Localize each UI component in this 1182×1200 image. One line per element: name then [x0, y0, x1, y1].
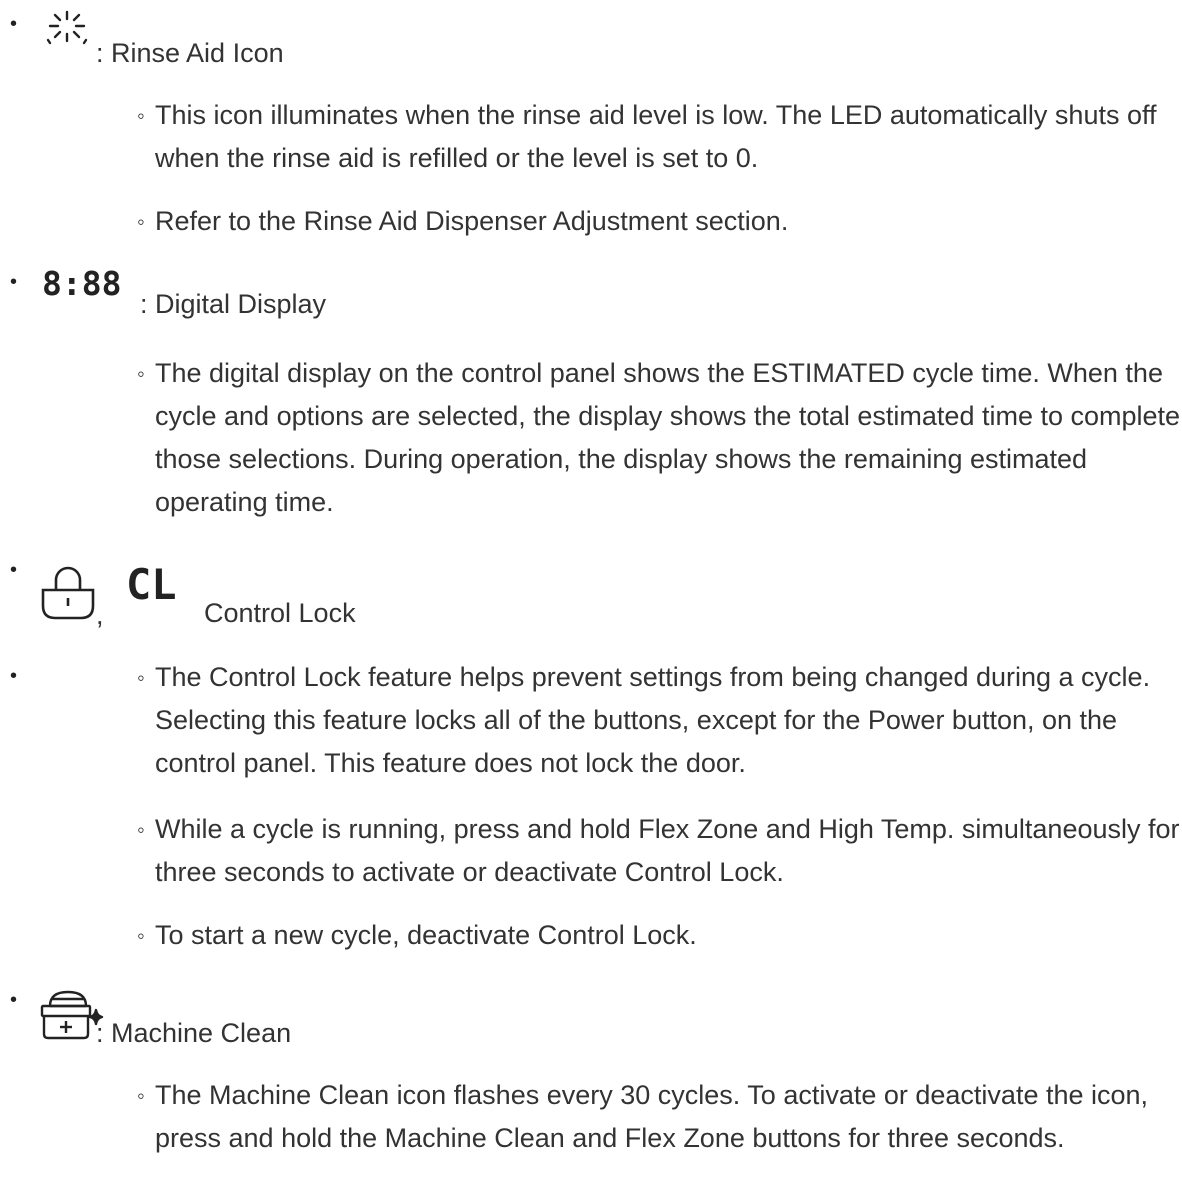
bullet: •: [10, 989, 18, 1011]
list-item: ◦ The Machine Clean icon flashes every 3…: [137, 1080, 1149, 1153]
control-lock-cl-icon: CL: [126, 560, 177, 609]
list-item: ◦ While a cycle is running, press and ho…: [137, 814, 1180, 887]
list-item: ◦ The Control Lock feature helps prevent…: [137, 662, 1151, 778]
separator: ,: [96, 600, 104, 630]
list-item: ◦ The digital display on the control pan…: [137, 358, 1181, 517]
section-title: : Machine Clean: [96, 1018, 292, 1048]
bullet: •: [10, 13, 18, 35]
bullet: •: [10, 559, 18, 581]
section-title: Control Lock: [204, 598, 356, 628]
padlock-icon: [41, 566, 95, 620]
list-item: ◦ To start a new cycle, deactivate Contr…: [137, 920, 697, 950]
section-title: : Digital Display: [140, 289, 327, 319]
bullet: •: [10, 271, 18, 293]
list-item: ◦ Refer to the Rinse Aid Dispenser Adjus…: [137, 206, 789, 236]
rinse-aid-sparkle-icon: [46, 10, 88, 45]
section-title: : Rinse Aid Icon: [96, 38, 284, 68]
bullet: •: [10, 665, 18, 687]
machine-clean-icon: [40, 990, 104, 1040]
digital-display-icon: 8:88: [42, 264, 122, 303]
list-item: ◦ This icon illuminates when the rinse a…: [137, 100, 1157, 173]
